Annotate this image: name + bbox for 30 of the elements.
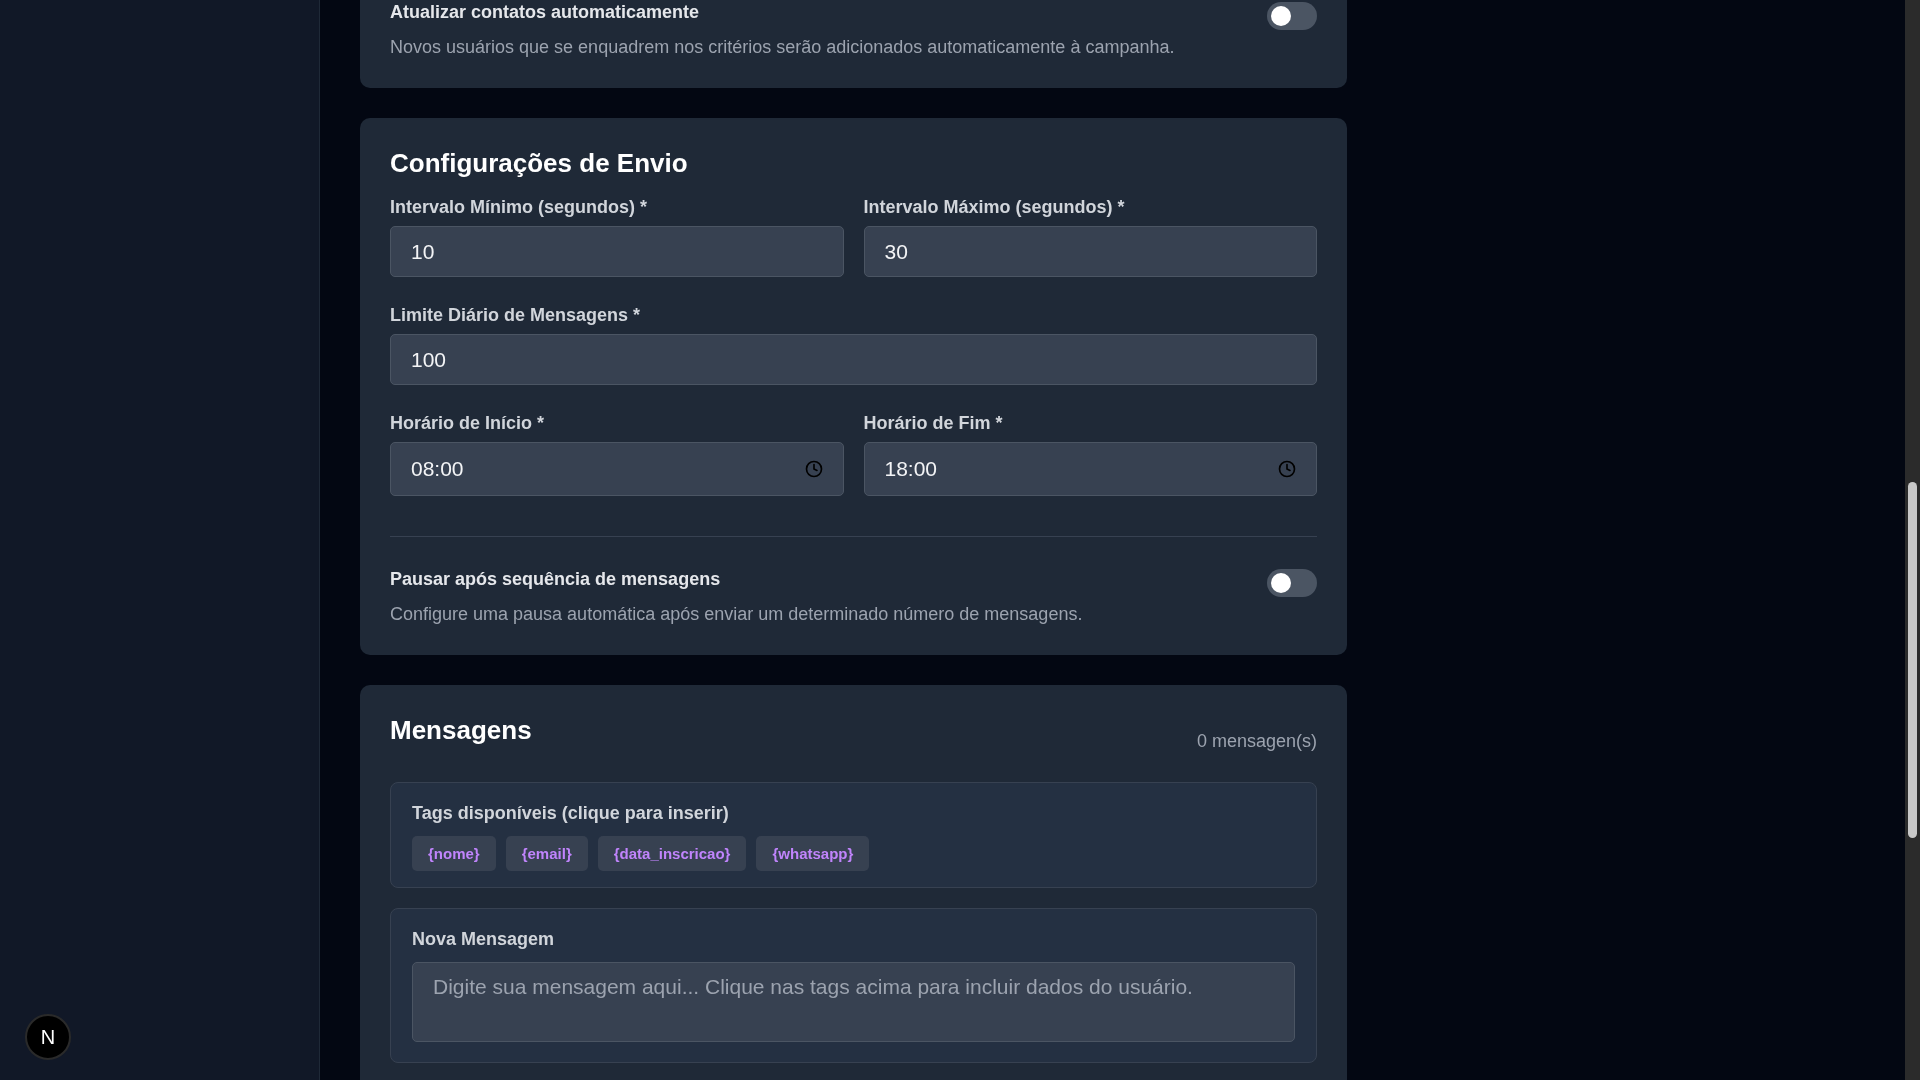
field-label: Intervalo Máximo (segundos) *	[863, 197, 1126, 218]
section-title: Mensagens	[390, 715, 532, 746]
toggle-switch[interactable]	[1267, 2, 1317, 30]
field-label: Intervalo Mínimo (segundos) *	[390, 197, 649, 218]
dev-badge[interactable]: N	[25, 1014, 71, 1060]
time-input[interactable]: 08:00	[390, 442, 844, 496]
message-count: 0 mensagen(s)	[1196, 731, 1317, 752]
setting-description: Novos usuários que se enquadrem nos critérios serão adicionados automaticamente à campanha.	[390, 37, 1175, 58]
number-input[interactable]: 100	[390, 334, 1317, 385]
field-label: Limite Diário de Mensagens *	[390, 305, 642, 326]
field-label: Horário de Início *	[390, 413, 546, 434]
panel-title: Tags disponíveis (clique para inserir)	[412, 803, 730, 824]
toggle-switch[interactable]	[1267, 569, 1317, 597]
number-input[interactable]: 10	[390, 226, 844, 277]
tag-chip[interactable]: {nome}	[412, 836, 496, 871]
setting-label: Pausar após sequência de mensagens	[390, 569, 722, 590]
tag-chip[interactable]: {email}	[505, 836, 588, 871]
setting-label: Atualizar contatos automaticamente	[390, 2, 701, 23]
setting-description: Configure uma pausa automática após enviar um determinado número de mensagens.	[390, 604, 1083, 625]
number-input[interactable]: 30	[863, 226, 1317, 277]
tag-chip[interactable]: {whatsapp}	[756, 836, 870, 871]
message-input[interactable]: Digite sua mensagem aqui... Clique nas tags acima para incluir dados do usuário.	[412, 962, 1295, 1042]
scrollbar[interactable]	[1905, 0, 1920, 1080]
tag-chip[interactable]: {data_inscricao}	[597, 836, 747, 871]
panel-title: Nova Mensagem	[412, 929, 556, 950]
time-input[interactable]: 18:00	[863, 442, 1317, 496]
section-title: Configurações de Envio	[390, 148, 689, 179]
field-label: Horário de Fim *	[863, 413, 1004, 434]
clock-icon	[1278, 460, 1296, 478]
clock-icon	[804, 460, 823, 478]
